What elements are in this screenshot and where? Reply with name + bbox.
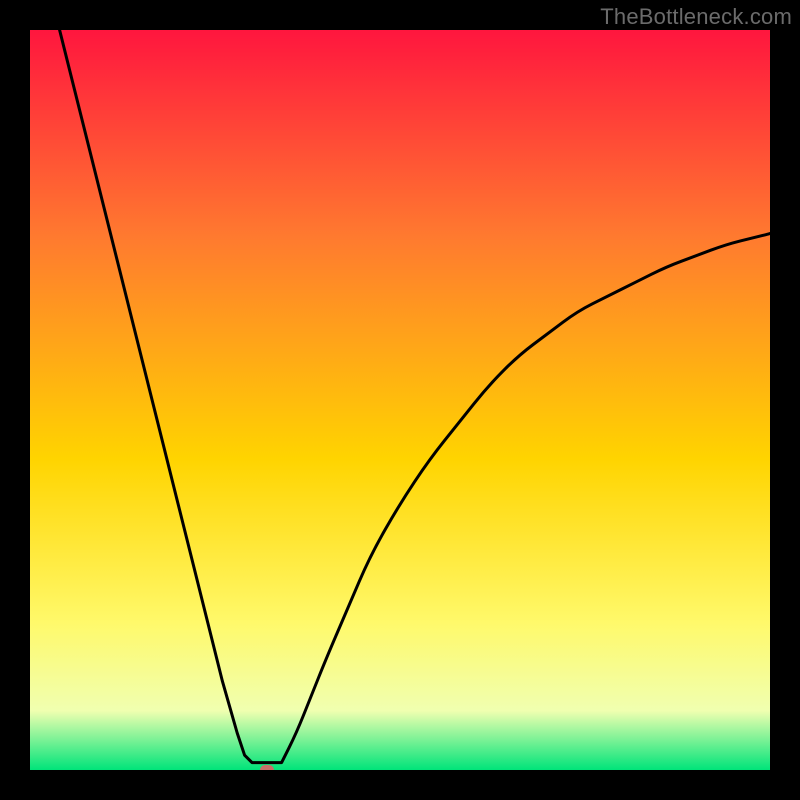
plot-area [30, 30, 770, 770]
minimum-marker [260, 765, 274, 770]
chart-frame: TheBottleneck.com [0, 0, 800, 800]
bottleneck-curve [30, 30, 770, 770]
watermark-text: TheBottleneck.com [600, 4, 792, 30]
